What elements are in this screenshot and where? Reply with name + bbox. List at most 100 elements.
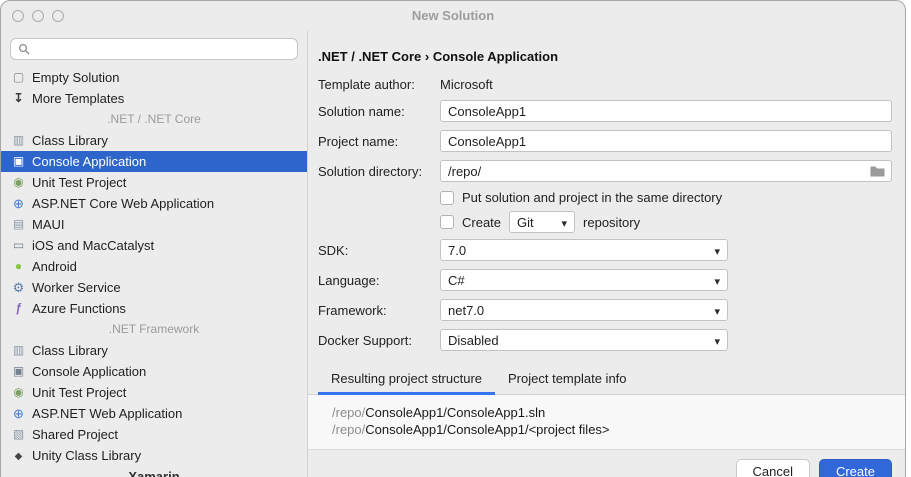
sidebar-section-net-framework: .NET Framework xyxy=(108,322,200,336)
unit-test-icon xyxy=(10,382,27,403)
path-text: ConsoleApp1/ConsoleApp1.sln xyxy=(365,405,546,420)
sidebar-item-label: Empty Solution xyxy=(32,70,120,85)
shared-project-icon xyxy=(10,424,27,445)
sidebar-item-label: Unit Test Project xyxy=(32,385,127,400)
sidebar-item-asp-net-core-web-application[interactable]: ASP.NET Core Web Application xyxy=(1,193,307,214)
sidebar-item-shared-project[interactable]: Shared Project xyxy=(1,424,307,445)
sidebar-item-ios-and-maccatalyst[interactable]: iOS and MacCatalyst xyxy=(1,235,307,256)
sidebar-item-label: Class Library xyxy=(32,343,108,358)
unity-icon xyxy=(10,445,27,467)
folder-icon xyxy=(870,166,885,177)
chevron-down-icon xyxy=(562,215,568,230)
docker-support-select[interactable]: Disabled xyxy=(440,329,728,351)
console-application-icon xyxy=(10,151,27,172)
vcs-value: Git xyxy=(517,214,534,230)
sidebar-item-class-library[interactable]: Class Library xyxy=(1,340,307,361)
chevron-down-icon xyxy=(714,273,720,288)
window-controls xyxy=(12,10,64,22)
class-library-icon xyxy=(10,340,27,361)
titlebar[interactable]: New Solution xyxy=(1,1,905,31)
tab-project-template-info[interactable]: Project template info xyxy=(495,366,640,394)
android-icon xyxy=(10,256,27,277)
preview-line: /repo/ConsoleApp1/ConsoleApp1/<project f… xyxy=(332,421,892,438)
maui-device-icon xyxy=(10,214,27,235)
template-author-label: Template author: xyxy=(318,77,415,92)
search-field[interactable] xyxy=(10,38,298,60)
vcs-select[interactable]: Git xyxy=(509,211,576,233)
sidebar-item-worker-service[interactable]: Worker Service xyxy=(1,277,307,298)
search-input[interactable] xyxy=(35,41,290,57)
chevron-down-icon xyxy=(714,303,720,318)
web-globe-icon xyxy=(10,193,27,215)
sidebar-item-empty-solution[interactable]: Empty Solution xyxy=(1,67,307,88)
sidebar-item-label: Class Library xyxy=(32,133,108,148)
create-repository-checkbox[interactable] xyxy=(440,215,454,229)
sidebar-item-console-application[interactable]: Console Application xyxy=(1,361,307,382)
sidebar-item-android[interactable]: Android xyxy=(1,256,307,277)
gear-icon xyxy=(10,277,27,299)
sidebar-item-label: Unit Test Project xyxy=(32,175,127,190)
sdk-label: SDK: xyxy=(318,242,349,258)
repository-label: repository xyxy=(583,214,641,230)
console-application-icon xyxy=(10,361,27,382)
search-icon xyxy=(18,43,30,55)
class-library-icon xyxy=(10,130,27,151)
sidebar-item-label: Worker Service xyxy=(32,280,121,295)
project-name-label: Project name: xyxy=(318,133,399,149)
path-prefix: /repo/ xyxy=(332,422,366,437)
browse-folder-button[interactable] xyxy=(870,165,885,177)
chevron-down-icon xyxy=(714,243,720,258)
sidebar-item-label: Unity Class Library xyxy=(32,448,142,463)
same-directory-label: Put solution and project in the same dir… xyxy=(462,190,723,205)
sidebar-item-label: Console Application xyxy=(32,154,147,169)
template-author-value: Microsoft xyxy=(440,77,493,92)
framework-select[interactable]: net7.0 xyxy=(440,299,728,321)
sidebar-item-label: Shared Project xyxy=(32,427,118,442)
tab-resulting-project-structure[interactable]: Resulting project structure xyxy=(318,366,496,395)
chevron-down-icon xyxy=(714,333,720,348)
sidebar-item-label: ASP.NET Web Application xyxy=(32,406,183,421)
sidebar-item-class-library[interactable]: Class Library xyxy=(1,130,307,151)
language-label: Language: xyxy=(318,272,380,288)
main-form: .NET / .NET Core › Console Application T… xyxy=(308,31,905,359)
sidebar-item-console-application[interactable]: Console Application xyxy=(1,151,307,172)
sidebar-item-more-templates[interactable]: More Templates xyxy=(1,88,307,109)
sidebar-item-label: More Templates xyxy=(32,91,125,106)
sidebar-item-label: iOS and MacCatalyst xyxy=(32,238,155,253)
sidebar-item-unit-test-project[interactable]: Unit Test Project xyxy=(1,172,307,193)
solution-directory-input[interactable] xyxy=(440,160,892,182)
sidebar-item-unity-class-library[interactable]: Unity Class Library xyxy=(1,445,307,466)
dialog-footer: Cancel Create xyxy=(308,450,905,477)
solution-directory-label: Solution directory: xyxy=(318,163,423,179)
sdk-select[interactable]: 7.0 xyxy=(440,239,728,261)
unit-test-icon xyxy=(10,172,27,193)
language-select[interactable]: C# xyxy=(440,269,728,291)
cancel-button[interactable]: Cancel xyxy=(735,459,810,477)
create-button[interactable]: Create xyxy=(818,459,892,477)
sidebar-item-azure-functions[interactable]: Azure Functions xyxy=(1,298,307,319)
sidebar-item-maui[interactable]: MAUI xyxy=(1,214,307,235)
window-zoom-button[interactable] xyxy=(52,10,64,22)
download-icon xyxy=(10,88,27,109)
template-list: Empty Solution More Templates .NET / .NET … xyxy=(1,67,307,477)
sidebar-item-asp-net-web-application[interactable]: ASP.NET Web Application xyxy=(1,403,307,424)
tab-bar: Resulting project structure Project temp… xyxy=(308,366,905,395)
sidebar-item-unit-test-project[interactable]: Unit Test Project xyxy=(1,382,307,403)
preview-panel: /repo/ConsoleApp1/ConsoleApp1.sln /repo/… xyxy=(308,395,905,450)
project-name-input[interactable] xyxy=(440,130,892,152)
monitor-icon xyxy=(10,235,27,256)
sidebar-section-net-net-core: .NET / .NET Core xyxy=(107,112,201,126)
path-text: ConsoleApp1/ConsoleApp1/<project files> xyxy=(365,422,610,437)
create-label: Create xyxy=(462,214,502,230)
same-directory-checkbox[interactable] xyxy=(440,190,454,205)
window-minimize-button[interactable] xyxy=(32,10,44,22)
sidebar-section-xamarin: Xamarin xyxy=(128,469,180,477)
window-close-button[interactable] xyxy=(12,10,24,22)
framework-value: net7.0 xyxy=(448,302,485,318)
docker-support-value: Disabled xyxy=(448,332,499,348)
solution-name-input[interactable] xyxy=(440,100,892,122)
framework-label: Framework: xyxy=(318,302,387,318)
sidebar-item-label: ASP.NET Core Web Application xyxy=(32,196,215,211)
template-detail-panel: .NET / .NET Core › Console Application T… xyxy=(308,31,905,477)
solution-name-label: Solution name: xyxy=(318,103,405,119)
